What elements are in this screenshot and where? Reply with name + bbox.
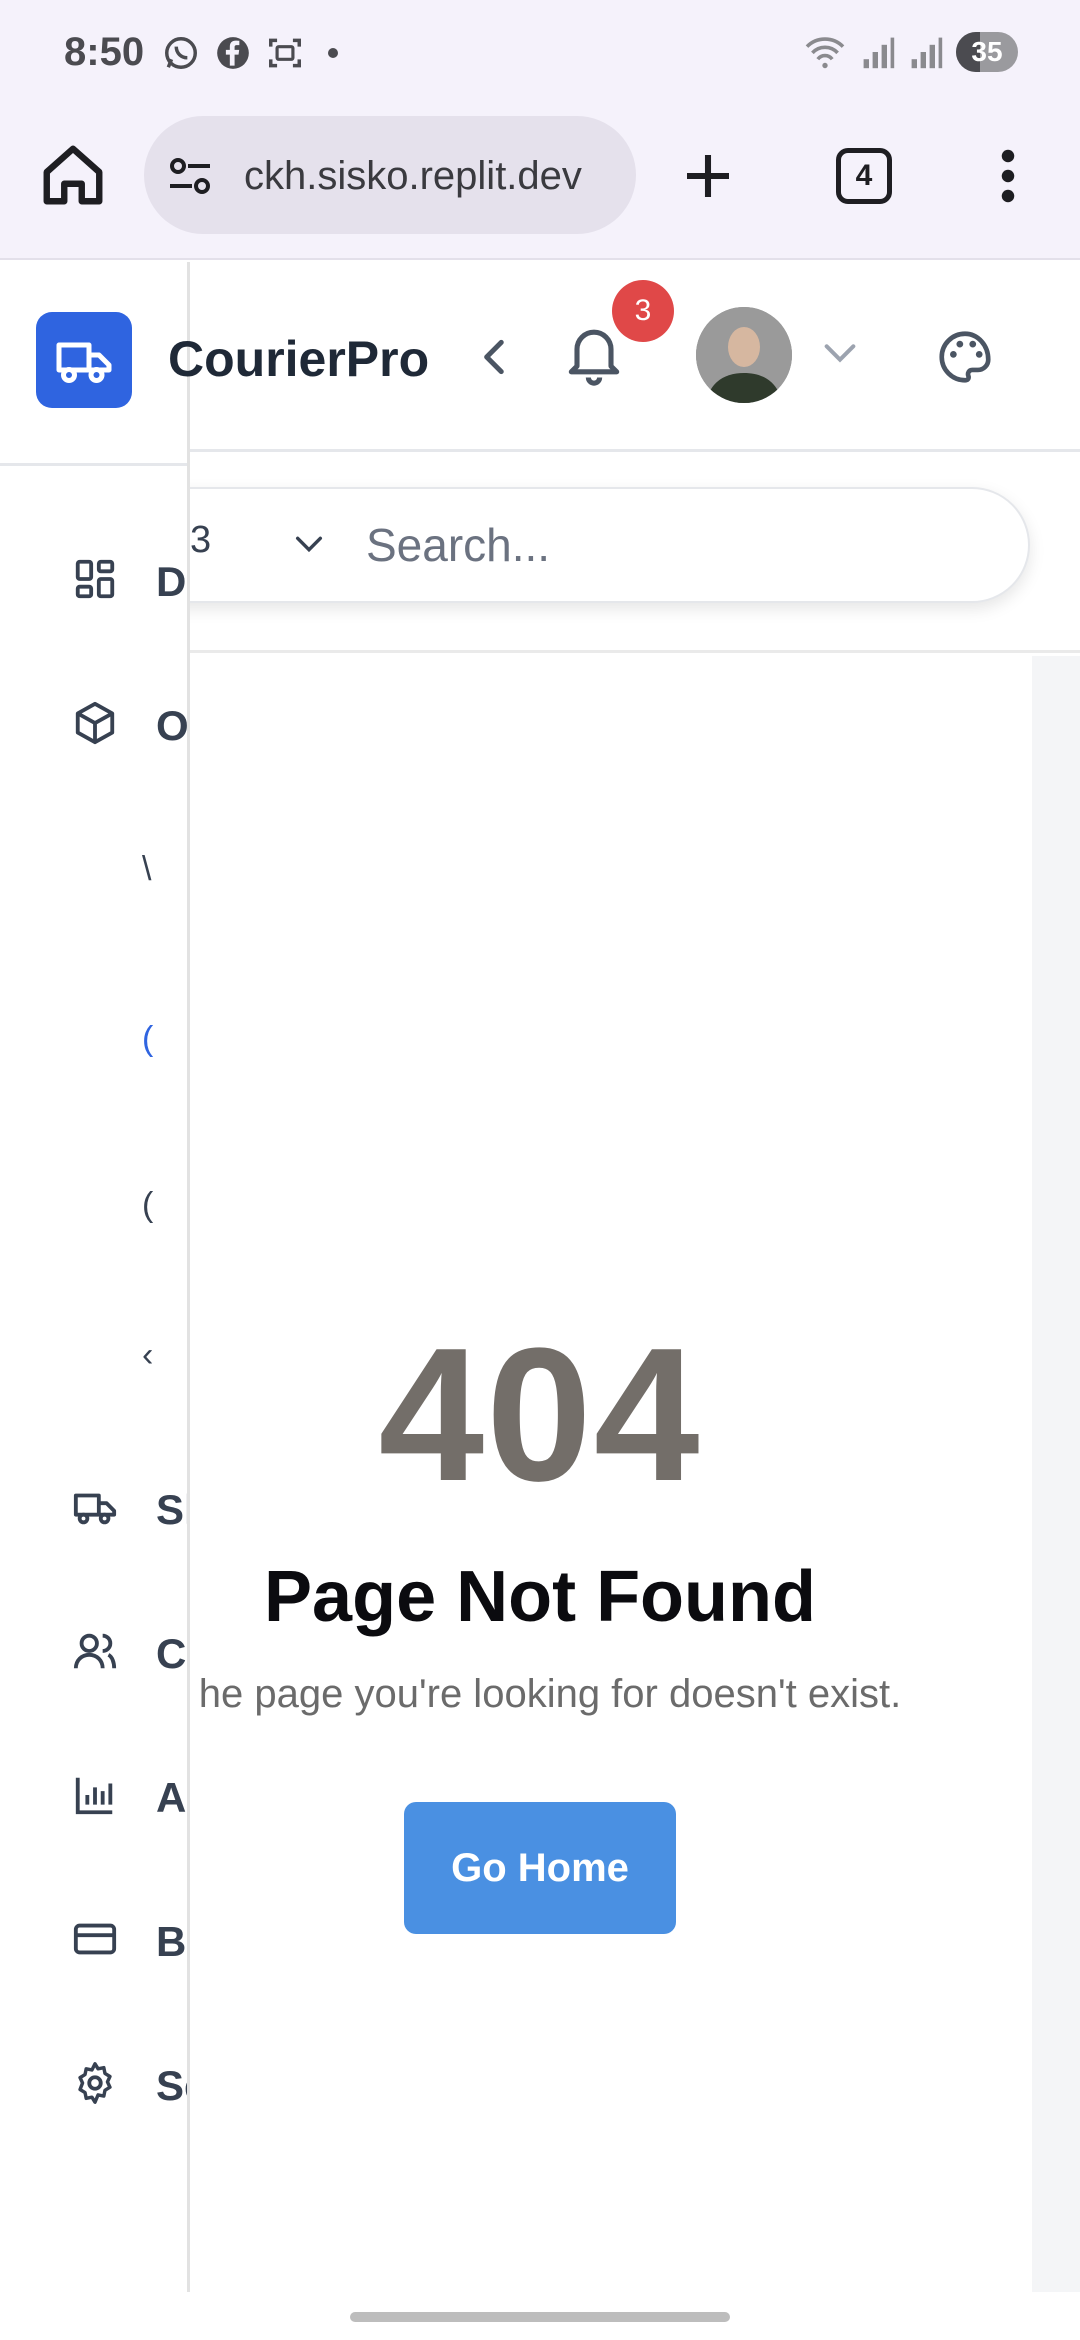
sidebar-subitem-active[interactable]: ( — [142, 1020, 187, 1060]
sidebar-subitem-label: \ — [142, 850, 152, 888]
sidebar-subitem-label: ( — [142, 1186, 154, 1224]
sidebar-item-dashboard[interactable]: Da — [72, 548, 187, 608]
collapse-sidebar-icon[interactable] — [470, 332, 520, 382]
sidebar-item-settings[interactable]: Se — [72, 2052, 187, 2112]
facebook-icon — [217, 37, 249, 69]
brand-name: CourierPro — [168, 331, 430, 387]
sidebar-item-label: Or — [156, 702, 189, 749]
gesture-handle[interactable] — [350, 2312, 730, 2322]
more-menu-icon[interactable] — [986, 146, 1030, 206]
signal-icon — [911, 37, 943, 69]
scroll-gutter — [1032, 656, 1080, 2292]
status-app-icons — [162, 34, 338, 72]
chevron-down-icon[interactable] — [820, 338, 860, 368]
battery-icon: 35 — [956, 32, 1018, 72]
screenshot-icon — [269, 38, 301, 68]
search-scope-select[interactable]: 3 — [190, 519, 211, 562]
search-bar: 3 — [110, 487, 1030, 603]
sidebar-item-label: Da — [156, 558, 187, 605]
truck-icon — [73, 1493, 117, 1525]
sidebar-item-shipments[interactable]: Sh — [72, 1476, 187, 1536]
signal-icon — [863, 37, 895, 69]
url-text: ckh.sisko.replit.dev — [244, 154, 582, 198]
sidebar-item-billing[interactable]: Bi — [72, 1908, 187, 1968]
truck-icon — [56, 342, 112, 384]
sidebar-item-analytics[interactable]: An — [72, 1764, 187, 1824]
chart-icon — [75, 1777, 113, 1815]
status-system-icons: 35 — [802, 32, 1018, 72]
sidebar-subitem[interactable]: ‹ — [142, 1336, 187, 1376]
battery-level: 35 — [971, 36, 1003, 67]
users-icon — [73, 1633, 117, 1669]
credit-card-icon — [73, 1923, 117, 1955]
status-time: 8:50 — [64, 30, 145, 74]
dashboard-icon — [75, 559, 115, 599]
sidebar-item-label: Bi — [156, 1918, 187, 1965]
browser-toolbar: ckh.sisko.replit.dev 4 — [0, 110, 1080, 260]
sidebar: Da Or \ ( ( ‹ Sh Cu An Bi Se — [0, 262, 190, 2292]
sidebar-subitem-label: ‹ — [142, 1336, 154, 1374]
gear-icon — [78, 2062, 112, 2104]
sidebar-subitem[interactable]: ( — [142, 1186, 187, 1226]
sidebar-subitem-label: ( — [142, 1020, 154, 1058]
brand-logo[interactable] — [36, 312, 132, 408]
error-title: Page Not Found — [264, 1557, 816, 1637]
sidebar-item-label: Sh — [156, 1486, 187, 1533]
sidebar-item-label: Cu — [156, 1630, 187, 1677]
new-tab-icon[interactable] — [680, 148, 736, 204]
go-home-button[interactable]: Go Home — [404, 1802, 676, 1934]
main-content: 404 Page Not Found he page you're lookin… — [190, 656, 1030, 2292]
whatsapp-icon — [165, 37, 197, 69]
url-bar[interactable]: ckh.sisko.replit.dev — [144, 116, 636, 234]
avatar-image — [696, 307, 792, 403]
wifi-icon — [805, 37, 845, 69]
system-nav-bar — [0, 2292, 1080, 2340]
avatar[interactable] — [696, 307, 792, 403]
chevron-down-icon[interactable] — [292, 529, 326, 559]
sidebar-item-label: Se — [156, 2062, 187, 2109]
sidebar-item-label: An — [156, 1774, 187, 1821]
notification-dot — [328, 48, 338, 58]
package-icon — [75, 701, 115, 745]
home-icon[interactable] — [38, 140, 108, 210]
sidebar-subitem[interactable]: \ — [142, 850, 187, 890]
error-description: he page you're looking for doesn't exist… — [198, 1672, 902, 1716]
status-bar: 8:50 35 — [0, 0, 1080, 110]
tab-switcher-button[interactable]: 4 — [836, 148, 892, 204]
search-input[interactable] — [366, 513, 986, 577]
sidebar-brand — [0, 262, 187, 466]
site-settings-icon[interactable] — [166, 156, 214, 196]
palette-icon[interactable] — [934, 326, 996, 388]
notification-badge: 3 — [612, 280, 674, 342]
error-code: 404 — [378, 1309, 702, 1521]
sidebar-item-customers[interactable]: Cu — [72, 1620, 187, 1680]
sidebar-item-orders[interactable]: Or — [72, 692, 189, 752]
